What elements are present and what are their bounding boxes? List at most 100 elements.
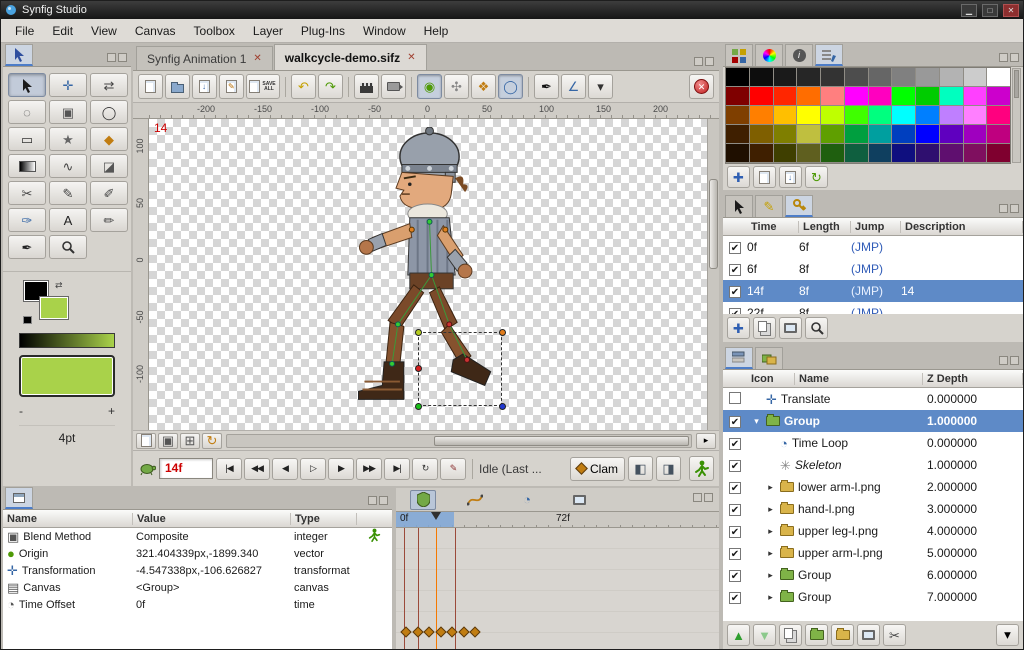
keyframes-tab[interactable] xyxy=(785,195,813,217)
layer-visibility-checkbox[interactable]: ✔ xyxy=(729,482,741,494)
palette-swatch[interactable] xyxy=(939,68,963,86)
palette-swatch[interactable] xyxy=(821,125,844,143)
canvas-vertical-scrollbar[interactable] xyxy=(707,119,719,430)
library-tab[interactable] xyxy=(755,347,783,369)
canvas-horizontal-scrollbar[interactable] xyxy=(226,433,692,448)
expander-icon[interactable]: ▸ xyxy=(765,570,776,581)
mirror-tool[interactable]: ⇄ xyxy=(90,73,128,97)
layer-row[interactable]: ✔ ✳ Skeleton 1.000000 xyxy=(723,454,1023,476)
draw-tool[interactable]: ✎ xyxy=(49,181,87,205)
palette-swatch[interactable] xyxy=(726,87,749,105)
layers-more-button[interactable]: ▾ xyxy=(996,624,1019,646)
palette-swatch[interactable] xyxy=(821,144,844,162)
fill-color-swatch[interactable] xyxy=(39,296,69,320)
lower-layer-button[interactable]: ▼ xyxy=(753,624,776,646)
toolbar-more-button[interactable]: ▾ xyxy=(588,74,613,99)
fill-tool[interactable]: ◪ xyxy=(90,154,128,178)
params-tab[interactable] xyxy=(725,195,753,217)
info-tab[interactable]: i xyxy=(785,44,813,66)
increase-size-button[interactable]: + xyxy=(108,404,115,418)
parameter-row[interactable]: ✛ Transformation -4.547338px,-106.626827 tr… xyxy=(3,562,392,579)
handle-top-right[interactable] xyxy=(499,329,506,336)
loop-button[interactable]: ↻ xyxy=(412,457,438,480)
seek-end-button[interactable]: ▶| xyxy=(384,457,410,480)
scale-tool[interactable]: ▣ xyxy=(49,100,87,124)
palette-swatch[interactable] xyxy=(844,106,868,124)
star-tool[interactable]: ★ xyxy=(49,127,87,151)
panel-close-button[interactable] xyxy=(705,57,714,66)
palette-swatch[interactable] xyxy=(916,125,939,143)
scrollbar-thumb[interactable] xyxy=(433,435,689,446)
palette-swatch[interactable] xyxy=(749,106,773,124)
gradient-tool[interactable] xyxy=(8,154,46,178)
palette-swatch[interactable] xyxy=(797,87,820,105)
keyframe-checkbox[interactable]: ✔ xyxy=(729,242,741,254)
jump-link[interactable]: (JMP) xyxy=(851,306,901,314)
palette-swatch[interactable] xyxy=(821,106,844,124)
waypoint-icon[interactable] xyxy=(458,626,470,638)
palette-swatch[interactable] xyxy=(963,144,987,162)
timetrack-ruler[interactable]: 0f 72f xyxy=(396,512,719,528)
layer-visibility-checkbox[interactable]: ✔ xyxy=(729,592,741,604)
redo-button[interactable]: ↷ xyxy=(318,74,343,99)
bone-tab[interactable]: ✎ xyxy=(755,195,783,217)
spline-tool[interactable]: ∿ xyxy=(49,154,87,178)
keyframe-row[interactable]: ✔ 0f 6f (JMP) xyxy=(723,236,1023,258)
layer-visibility-checkbox[interactable] xyxy=(729,391,741,404)
refresh-view-button[interactable]: ↻ xyxy=(202,432,222,449)
menu-edit[interactable]: Edit xyxy=(44,21,81,41)
panel-detach-button[interactable] xyxy=(694,57,703,66)
keyframe-checkbox[interactable]: ✔ xyxy=(729,264,741,276)
keyframe-display-button[interactable] xyxy=(779,317,802,339)
palette-swatch[interactable] xyxy=(773,144,797,162)
palette-swatch[interactable] xyxy=(939,106,963,124)
color-wheel-tab[interactable] xyxy=(755,44,783,66)
expander-icon[interactable]: ▸ xyxy=(765,592,776,603)
cut-layer-button[interactable]: ✂ xyxy=(883,624,906,646)
expander-icon[interactable]: ▸ xyxy=(765,504,776,515)
palette-swatch[interactable] xyxy=(797,144,820,162)
parameter-value[interactable]: 321.404339px,-1899.340 xyxy=(133,548,291,560)
layer-visibility-checkbox[interactable]: ✔ xyxy=(729,416,741,428)
palette-swatch[interactable] xyxy=(797,125,820,143)
panel-detach-button[interactable] xyxy=(368,496,377,505)
parameter-value[interactable]: <Group> xyxy=(133,582,291,594)
parameter-row[interactable]: ◔ Time Offset 0f time xyxy=(3,596,392,613)
sketch-tool[interactable]: ✐ xyxy=(90,181,128,205)
panel-close-button[interactable] xyxy=(1010,53,1019,62)
palette-swatch[interactable] xyxy=(916,87,939,105)
new-group-layer-button[interactable] xyxy=(805,624,828,646)
lasso-tool[interactable]: ◌ xyxy=(8,100,46,124)
keyframe-lock-button[interactable]: ✣ xyxy=(444,74,469,99)
current-time-field[interactable]: 14f xyxy=(159,458,213,479)
parameter-row[interactable]: ▣ Blend Method Composite integer xyxy=(3,528,392,545)
parameter-value[interactable]: Composite xyxy=(133,531,291,543)
refresh-palette-button[interactable]: ↻ xyxy=(805,166,828,188)
parameter-value[interactable]: -4.547338px,-106.626827 xyxy=(133,565,291,577)
undo-button[interactable]: ↶ xyxy=(291,74,316,99)
layer-visibility-checkbox[interactable]: ✔ xyxy=(729,460,741,472)
waypoint-icon[interactable] xyxy=(412,626,424,638)
panel-detach-button[interactable] xyxy=(999,204,1008,213)
menu-plug-ins[interactable]: Plug-Ins xyxy=(293,21,353,41)
time-cursor-icon[interactable] xyxy=(431,512,442,520)
panel-detach-button[interactable] xyxy=(999,53,1008,62)
duplicate-keyframe-button[interactable] xyxy=(753,317,776,339)
waypoint-icon[interactable] xyxy=(423,626,435,638)
zoom-tool[interactable] xyxy=(49,235,87,259)
transform-tool[interactable] xyxy=(8,73,46,97)
keyframe-row[interactable]: ✔ 14f 8f (JMP) 14 xyxy=(723,280,1023,302)
horizontal-ruler[interactable]: -200 -150 -100 -50 0 50 100 150 200 xyxy=(133,103,719,119)
handle-top-left[interactable] xyxy=(415,329,422,336)
find-keyframe-button[interactable] xyxy=(805,317,828,339)
palette-swatch[interactable] xyxy=(987,144,1010,162)
onion-skin-button[interactable]: ❖ xyxy=(471,74,496,99)
seek-prev-keyframe-button[interactable]: ◀◀ xyxy=(244,457,270,480)
palette-swatch[interactable] xyxy=(797,68,820,86)
menu-canvas[interactable]: Canvas xyxy=(127,21,184,41)
palette-swatch[interactable] xyxy=(726,68,749,86)
grid-toggle-button[interactable]: ⊞ xyxy=(180,432,200,449)
save-palette-button[interactable] xyxy=(779,166,802,188)
tab-close-icon[interactable]: ✕ xyxy=(407,52,415,63)
animate-mode-button[interactable] xyxy=(689,456,714,481)
